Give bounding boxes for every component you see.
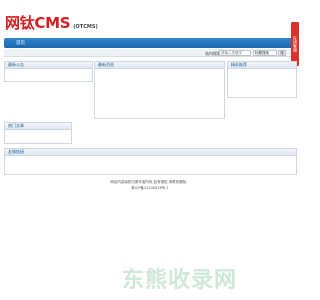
panel-title: 热门文章 bbox=[5, 123, 71, 130]
panel-friend-links: 友情链接 bbox=[4, 148, 297, 175]
footer-copyright: 网站内容版权归原作者所有,如有侵权,请联系删除。 bbox=[110, 180, 190, 184]
logo-main-text: 网钛CMS bbox=[5, 14, 71, 32]
search-scope-select[interactable]: 标题搜索 bbox=[253, 50, 277, 56]
logo-sub-text: (OTCMS) bbox=[73, 24, 98, 30]
panel-latest-notice: 最新公告 bbox=[4, 61, 93, 82]
panel-title: 最新消息 bbox=[95, 62, 224, 69]
site-logo[interactable]: 网钛CMS (OTCMS) bbox=[5, 12, 98, 34]
panel-title: 友情链接 bbox=[5, 149, 296, 156]
search-input[interactable] bbox=[219, 50, 251, 56]
panel-title: 精彩推荐 bbox=[228, 62, 296, 69]
panel-hot-articles: 热门文章 bbox=[4, 122, 72, 144]
online-service-tab[interactable]: 在线客服 bbox=[291, 22, 299, 66]
watermark-text: 东熊收录网 bbox=[122, 268, 238, 293]
panel-latest-news: 最新消息 bbox=[94, 61, 225, 119]
nav-item-home[interactable]: 首页 bbox=[16, 40, 25, 46]
search-button[interactable]: 搜 bbox=[278, 50, 286, 56]
panel-title: 最新公告 bbox=[5, 62, 92, 69]
main-nav-bar: 首页 bbox=[4, 38, 297, 48]
panel-recommended: 精彩推荐 bbox=[227, 61, 297, 98]
footer-icp[interactable]: 粤ICP备12345678号-1 bbox=[0, 186, 300, 191]
